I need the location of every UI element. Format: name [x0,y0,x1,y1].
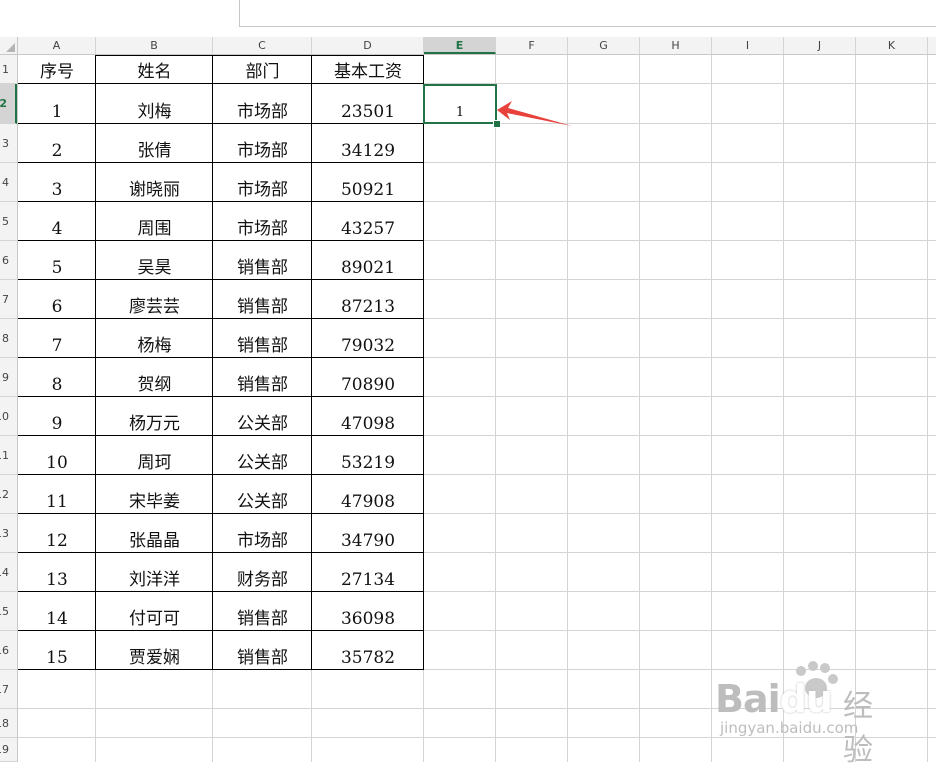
active-cell-e2[interactable]: 1 [423,84,497,124]
baidu-jingyan-watermark: Baidu 经验 jingyan.baidu.com [715,655,895,768]
fill-handle[interactable] [493,120,501,128]
watermark-url: jingyan.baidu.com [720,719,859,737]
watermark-brand: Bai [715,677,781,721]
watermark-brand2: du [779,677,833,721]
